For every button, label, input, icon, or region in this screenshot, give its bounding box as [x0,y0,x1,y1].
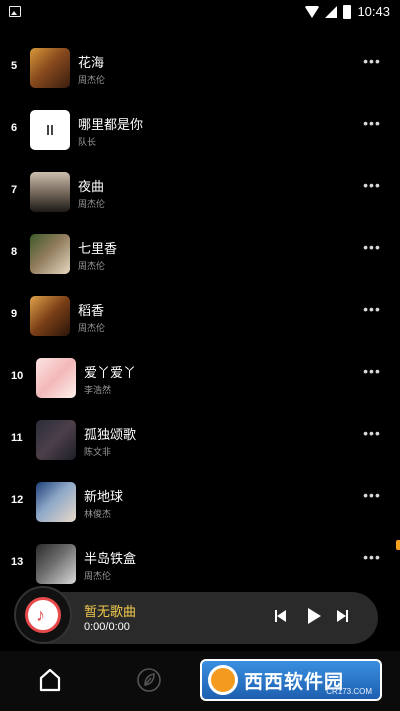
more-options-icon[interactable]: ••• [361,176,383,194]
play-icon[interactable] [303,606,325,628]
edge-handle[interactable] [396,540,400,550]
list-item[interactable]: 11 孤独颂歌 陈文非 ••• [0,410,400,472]
more-options-icon[interactable]: ••• [361,548,383,566]
song-artist: 周杰伦 [78,323,106,333]
pause-mark-icon [47,125,53,135]
song-artist: 陈文非 [84,447,112,457]
playback-time: 0:00/0:00 [84,621,130,633]
list-item[interactable]: 5 花海 周杰伦 ••• [0,38,400,100]
gallery-notification-icon [9,6,21,17]
song-artist: 队长 [78,137,97,147]
album-cover [36,544,76,584]
home-icon[interactable] [37,667,63,693]
song-title: 新地球 [84,489,124,504]
status-bar: 10:43 [0,0,400,24]
clock: 10:43 [357,4,390,19]
leaf-icon[interactable] [136,667,162,693]
album-cover [30,172,70,212]
song-artist: 周杰伦 [84,571,112,581]
song-list[interactable]: 5 花海 周杰伦 ••• 6 哪里都是你 队长 ••• 7 夜曲 周杰伦 •••… [0,24,400,590]
song-title: 夜曲 [78,179,105,194]
song-title: 稻香 [78,303,105,318]
track-number: 7 [11,184,18,196]
album-cover [36,482,76,522]
track-number: 11 [11,432,23,444]
track-number: 10 [11,370,24,382]
song-title: 哪里都是你 [78,117,144,132]
music-note-icon: ♪ [36,605,45,625]
more-options-icon[interactable]: ••• [361,362,383,380]
watermark-logo: 西西软件园 CR173.COM [200,659,382,701]
more-options-icon[interactable]: ••• [361,238,383,256]
song-title: 七里香 [78,241,118,256]
track-number: 8 [11,246,18,258]
battery-icon [343,4,352,19]
watermark-emblem [208,665,238,695]
list-item[interactable]: 6 哪里都是你 队长 ••• [0,100,400,162]
list-item[interactable]: 9 稻香 周杰伦 ••• [0,286,400,348]
list-item[interactable]: 10 爱丫爱丫 李浩然 ••• [0,348,400,410]
mini-player[interactable]: ♪ 暂无歌曲 0:00/0:00 [14,586,378,644]
song-artist: 周杰伦 [78,199,106,209]
list-item[interactable]: 8 七里香 周杰伦 ••• [0,224,400,286]
previous-icon[interactable] [272,606,294,628]
album-cover [30,234,70,274]
more-options-icon[interactable]: ••• [361,300,383,318]
more-options-icon[interactable]: ••• [361,424,383,442]
track-number: 13 [11,556,24,568]
status-right: 10:43 [305,4,390,19]
list-item[interactable]: 12 新地球 林俊杰 ••• [0,472,400,534]
album-cover [36,420,76,460]
album-cover [30,48,70,88]
track-number: 5 [11,60,18,72]
more-options-icon[interactable]: ••• [361,114,383,132]
song-title: 半岛铁盒 [84,551,137,566]
song-artist: 周杰伦 [78,75,106,85]
more-options-icon[interactable]: ••• [361,52,383,70]
signal-icon [305,5,320,18]
song-artist: 李浩然 [84,385,112,395]
track-number: 9 [11,308,18,320]
song-title: 孤独颂歌 [84,427,137,442]
song-artist: 林俊杰 [84,509,112,519]
song-title: 花海 [78,55,105,70]
list-item[interactable]: 7 夜曲 周杰伦 ••• [0,162,400,224]
album-disc[interactable]: ♪ [14,586,72,644]
album-cover [30,110,70,150]
watermark-url: CR173.COM [326,687,372,696]
track-number: 6 [11,122,18,134]
album-cover [36,358,76,398]
cellular-icon [325,5,338,18]
more-options-icon[interactable]: ••• [361,486,383,504]
song-artist: 周杰伦 [78,261,106,271]
list-item[interactable]: 13 半岛铁盒 周杰伦 ••• [0,534,400,590]
album-cover [30,296,70,336]
song-title: 爱丫爱丫 [84,365,137,380]
track-number: 12 [11,494,24,506]
next-icon[interactable] [334,606,356,628]
disc-label: ♪ [25,597,61,633]
now-playing-title: 暂无歌曲 [84,604,137,619]
